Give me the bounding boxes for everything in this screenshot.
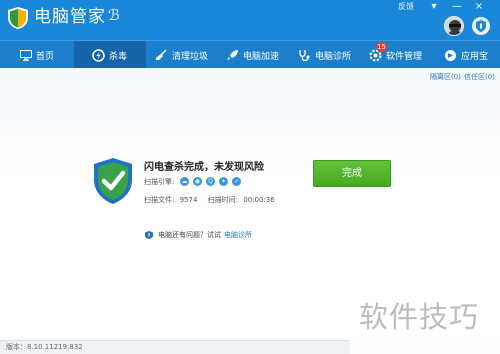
nav-cleanup-label: 清理垃圾 [172, 51, 209, 62]
user-avatar-icon [445, 17, 463, 35]
main-nav: 首页 杀毒 清理垃圾 电脑加速 电脑诊所 软件管理 应用宝 [0, 40, 500, 69]
app-title: 电脑管家 [34, 7, 106, 27]
nav-appstore[interactable]: 应用宝 [444, 41, 488, 69]
security-shield-button[interactable] [472, 17, 490, 35]
clinic-hint: 电脑还有问题？试试 电脑诊所 [145, 230, 252, 240]
nav-speedup-label: 电脑加速 [243, 51, 280, 62]
nav-speedup[interactable]: 电脑加速 [226, 41, 279, 69]
close-button[interactable]: × [472, 1, 486, 12]
nav-cleanup[interactable]: 清理垃圾 [155, 41, 208, 69]
safe-shield-icon [94, 158, 132, 204]
version-text: 版本：8.10.11219.832 [6, 343, 83, 351]
title-bar: 电脑管家 ℬ 反馈 ▾ — × [0, 0, 500, 40]
scan-engines-label: 扫描引擎: [144, 178, 175, 186]
watermark: 软件技巧 [350, 282, 500, 354]
scan-time-value: 00:00:36 [243, 196, 275, 204]
trust-zone-link[interactable]: 信任区(0) [464, 72, 495, 82]
nav-clinic-label: 电脑诊所 [315, 51, 352, 62]
stethoscope-icon [299, 49, 310, 61]
title-flourish: ℬ [108, 6, 120, 24]
engine-guard-icon: ✓ [232, 177, 241, 186]
nav-appstore-label: 应用宝 [461, 51, 489, 62]
scan-stats: 扫描文件: 9574 扫描时间: 00:00:36 [144, 195, 278, 205]
minimize-button[interactable]: — [450, 1, 464, 12]
nav-home-label: 首页 [36, 51, 55, 62]
nav-antivirus-label: 杀毒 [109, 51, 128, 62]
scan-time-label: 扫描时间: [207, 196, 239, 204]
clinic-link[interactable]: 电脑诊所 [224, 230, 252, 240]
software-update-badge: 15 [376, 42, 387, 52]
files-scanned-value: 9574 [179, 196, 198, 204]
hint-text: 电脑还有问题？试试 [158, 231, 221, 239]
nav-software-label: 软件管理 [386, 51, 423, 62]
app-store-icon [445, 49, 456, 61]
watermark-text: 软件技巧 [359, 300, 480, 334]
done-button[interactable]: 完成 [313, 160, 391, 187]
engine-tencent-icon: Q [206, 177, 215, 186]
scan-result-title: 闪电查杀完成，未发现风险 [144, 162, 264, 173]
monitor-icon [20, 49, 32, 61]
quarantine-link[interactable]: 隔离区(0) [430, 72, 461, 82]
virus-scan-icon [92, 48, 105, 62]
feedback-link[interactable]: 反馈 [398, 1, 414, 13]
nav-antivirus[interactable]: 杀毒 [74, 41, 146, 69]
engine-radar-icon: ◉ [193, 177, 202, 186]
app-logo-icon [8, 7, 28, 29]
broom-icon [156, 49, 167, 60]
rocket-icon [227, 50, 238, 60]
shield-icon [476, 20, 486, 32]
engine-ai-icon: ✦ [219, 177, 228, 186]
avatar[interactable] [444, 16, 464, 36]
nav-clinic[interactable]: 电脑诊所 [298, 41, 351, 69]
nav-home[interactable]: 首页 [20, 41, 54, 69]
info-shield-icon [145, 231, 153, 239]
engine-cloud-icon: ☁ [180, 177, 189, 186]
files-scanned-label: 扫描文件: [144, 196, 175, 204]
menu-icon[interactable]: ▾ [427, 1, 441, 12]
